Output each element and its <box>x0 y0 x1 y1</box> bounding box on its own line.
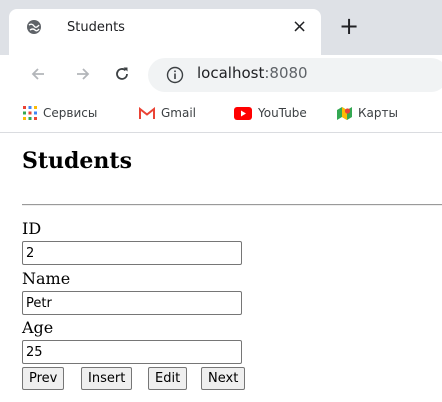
close-tab-icon[interactable]: × <box>292 18 307 36</box>
browser-tab[interactable] <box>9 9 321 55</box>
id-field[interactable] <box>22 241 242 265</box>
back-icon[interactable] <box>28 64 48 84</box>
url-port: :8080 <box>264 64 308 82</box>
insert-button[interactable]: Insert <box>81 367 133 390</box>
edit-button[interactable]: Edit <box>148 367 188 390</box>
bookmark-services[interactable]: Сервисы <box>23 105 97 121</box>
url-host: localhost <box>197 64 265 82</box>
new-tab-icon[interactable]: + <box>339 14 359 38</box>
info-icon[interactable] <box>166 66 184 84</box>
bookmark-label: Карты <box>358 106 398 120</box>
gmail-icon <box>139 106 155 119</box>
bookmark-gmail[interactable]: Gmail <box>139 105 196 121</box>
name-field[interactable] <box>22 291 242 315</box>
name-label: Name <box>22 269 71 288</box>
id-label: ID <box>22 219 42 238</box>
age-field[interactable] <box>22 340 242 364</box>
apps-grid-icon <box>23 106 37 120</box>
maps-icon <box>337 106 352 120</box>
page-title: Students <box>22 148 132 174</box>
bookmark-label: Сервисы <box>43 106 98 120</box>
bookmark-label: Gmail <box>161 106 197 120</box>
url-text: localhost:8080 <box>197 64 308 82</box>
age-label: Age <box>22 318 54 337</box>
youtube-icon <box>234 106 252 120</box>
tab-title: Students <box>67 20 125 35</box>
prev-button[interactable]: Prev <box>22 367 65 390</box>
globe-icon <box>27 20 41 34</box>
next-button[interactable]: Next <box>201 367 246 390</box>
bookmark-maps[interactable]: Карты <box>337 105 398 121</box>
bookmark-label: YouTube <box>258 106 307 120</box>
divider <box>22 204 442 206</box>
bookmark-youtube[interactable]: YouTube <box>234 105 307 121</box>
reload-icon[interactable] <box>112 64 132 84</box>
forward-icon[interactable] <box>73 64 93 84</box>
